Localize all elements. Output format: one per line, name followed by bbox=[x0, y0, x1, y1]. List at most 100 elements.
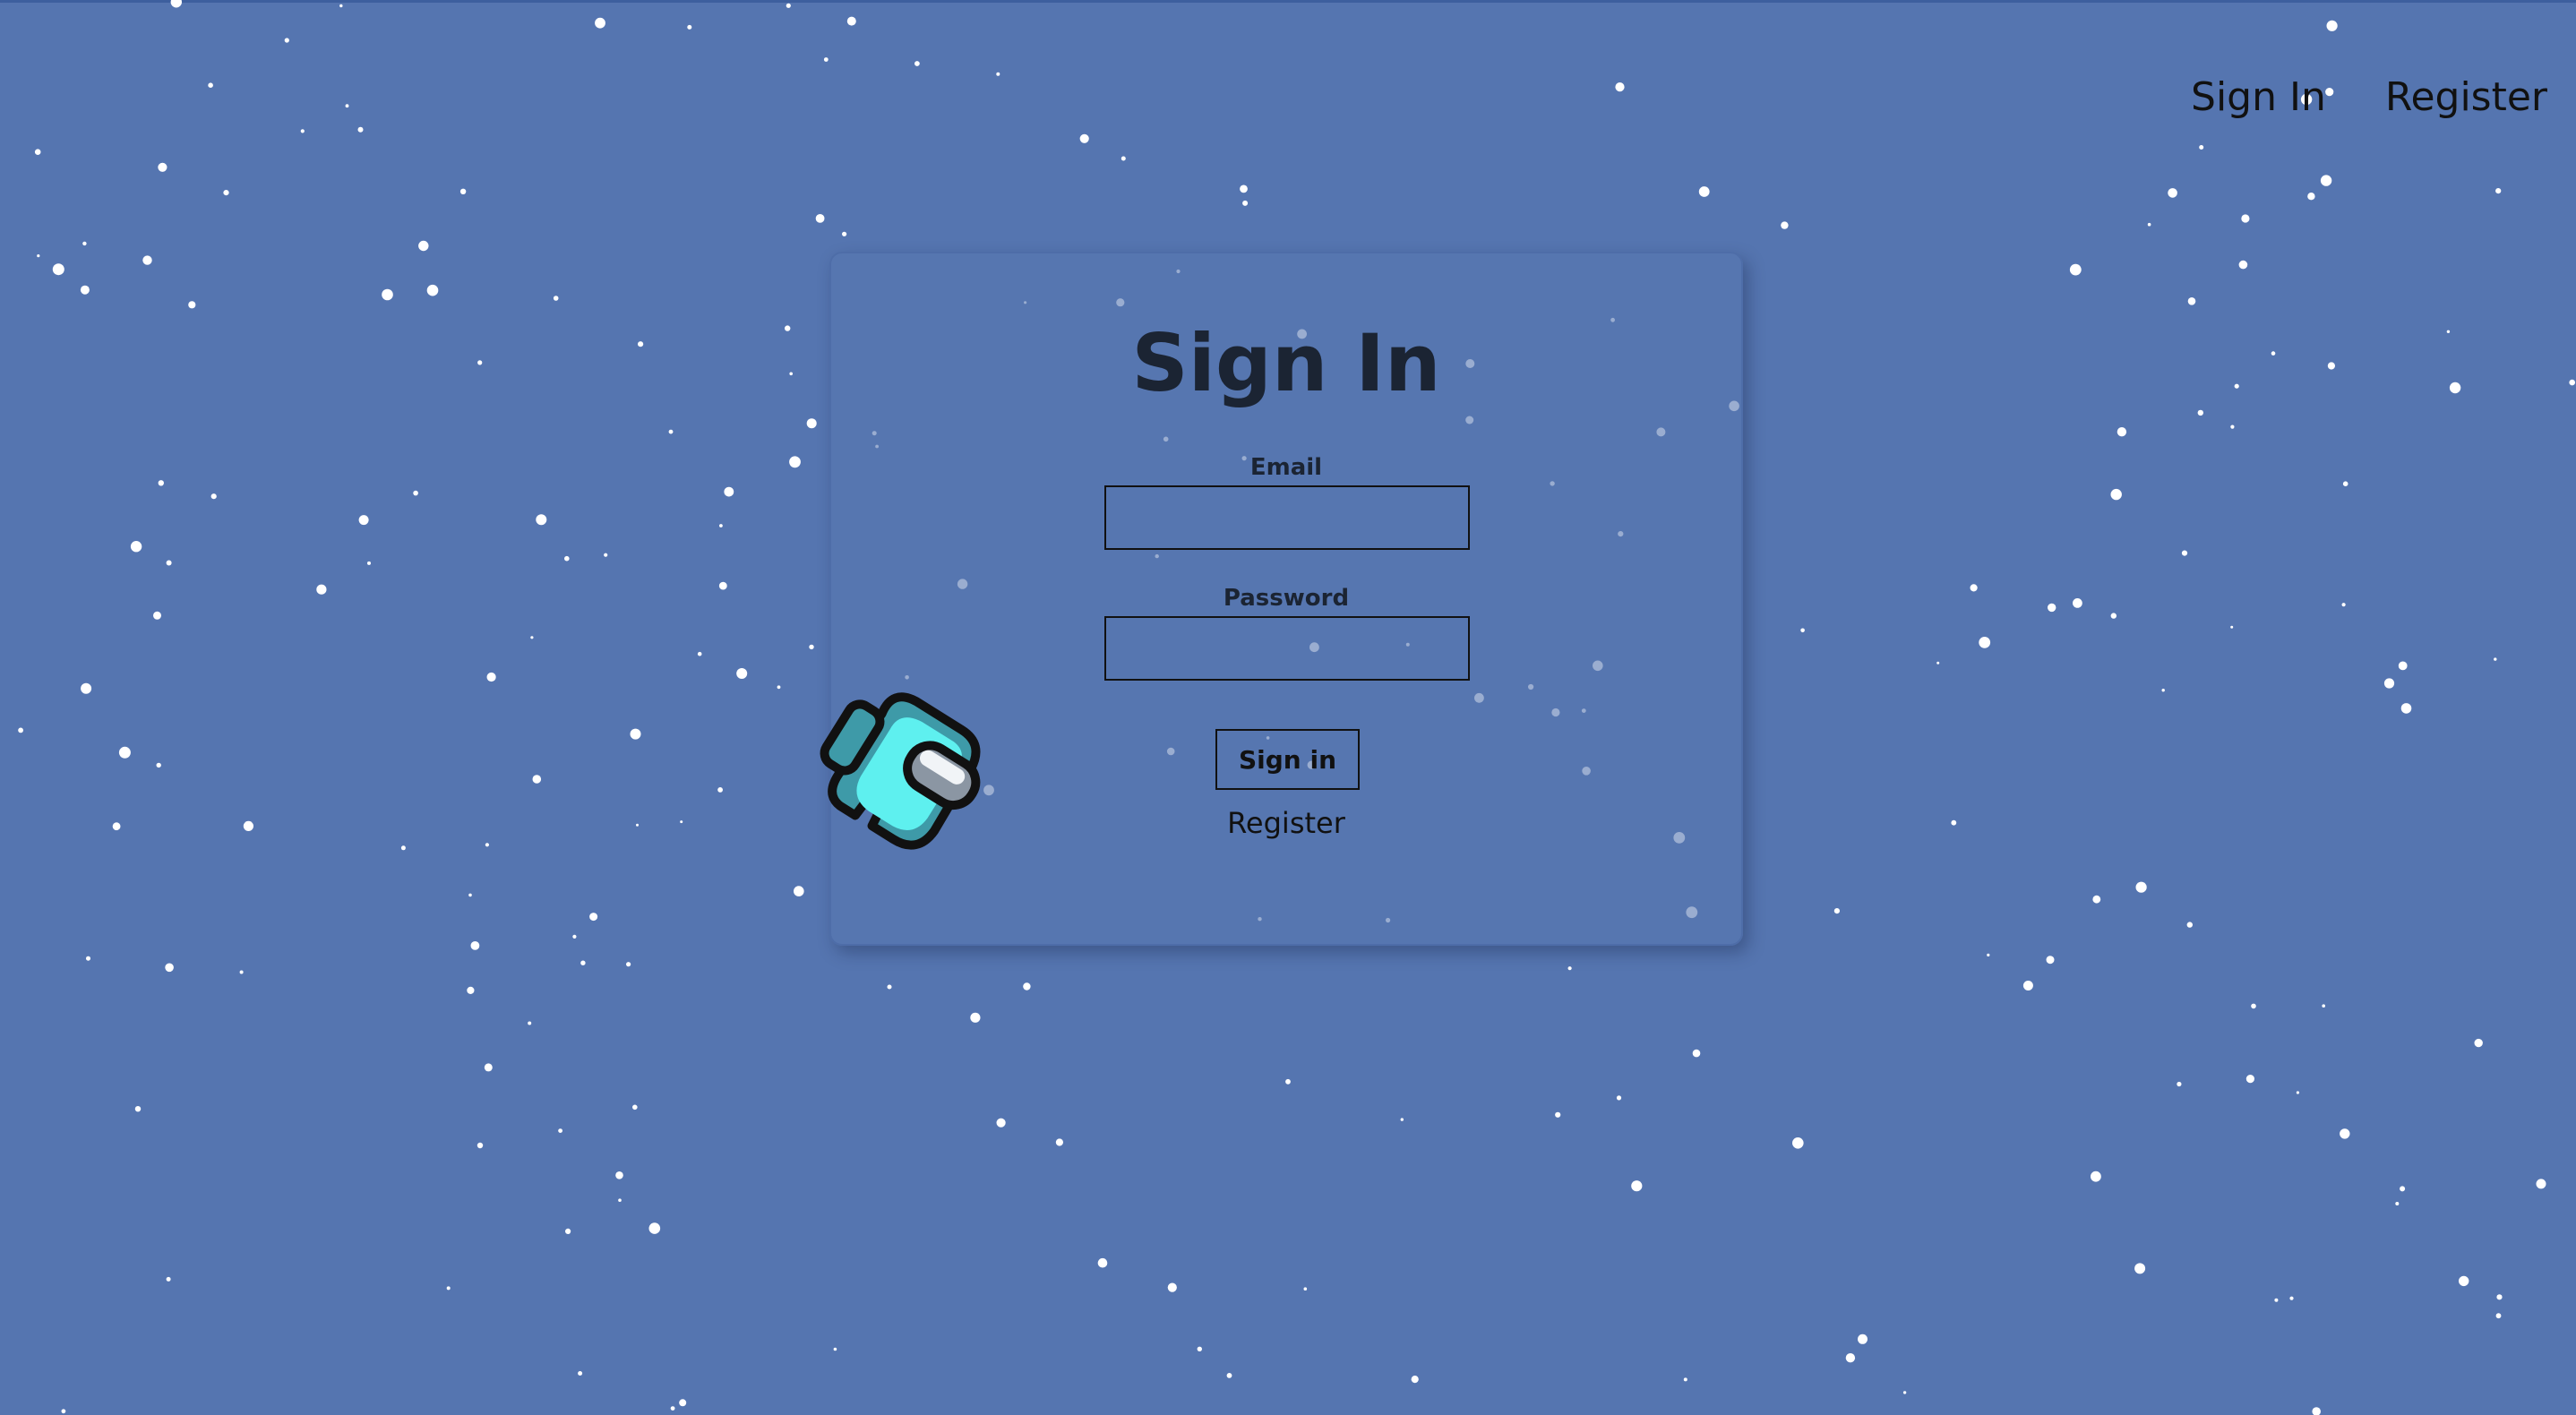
star-icon bbox=[2495, 188, 2502, 194]
star-icon bbox=[2446, 330, 2451, 333]
star-icon bbox=[565, 1228, 571, 1234]
star-icon bbox=[82, 241, 87, 246]
star-icon bbox=[1858, 1334, 1868, 1344]
star-icon bbox=[2110, 613, 2117, 619]
star-icon bbox=[2147, 222, 2151, 227]
star-icon bbox=[632, 1104, 638, 1111]
star-icon bbox=[484, 1063, 493, 1072]
star-icon bbox=[718, 581, 727, 590]
star-icon bbox=[1023, 982, 1031, 990]
star-icon bbox=[1121, 156, 1126, 161]
star-icon bbox=[2046, 956, 2055, 965]
star-icon bbox=[1800, 628, 1805, 633]
star-icon bbox=[367, 561, 371, 565]
star-icon bbox=[165, 963, 174, 973]
page-title: Sign In bbox=[1131, 317, 1441, 409]
star-icon bbox=[842, 231, 847, 236]
star-icon bbox=[1555, 1111, 1561, 1118]
star-icon bbox=[736, 668, 748, 679]
star-icon bbox=[470, 941, 480, 950]
star-icon bbox=[134, 1106, 142, 1112]
star-icon bbox=[2398, 661, 2408, 671]
star-icon bbox=[2395, 1202, 2400, 1205]
star-icon bbox=[2230, 625, 2234, 629]
star-icon bbox=[2495, 1313, 2502, 1319]
star-icon bbox=[80, 285, 90, 295]
star-icon bbox=[697, 651, 702, 656]
email-field[interactable] bbox=[1104, 485, 1470, 550]
star-icon bbox=[2342, 481, 2348, 486]
star-icon bbox=[833, 1347, 837, 1351]
star-icon bbox=[316, 584, 327, 595]
star-icon bbox=[1055, 1138, 1063, 1146]
star-icon bbox=[2340, 1128, 2350, 1139]
star-icon bbox=[2274, 1298, 2279, 1302]
star-icon bbox=[1781, 221, 1789, 229]
star-icon bbox=[2327, 362, 2335, 370]
password-field[interactable] bbox=[1104, 616, 1470, 681]
star-icon bbox=[1792, 1137, 1804, 1149]
star-icon bbox=[846, 16, 856, 26]
email-label: Email bbox=[1249, 454, 1323, 481]
star-icon bbox=[2459, 1275, 2469, 1287]
star-icon bbox=[418, 240, 429, 252]
nav-sign-in-link[interactable]: Sign In bbox=[2191, 70, 2326, 125]
star-icon bbox=[1970, 584, 1978, 592]
star-icon bbox=[528, 1021, 532, 1025]
star-icon bbox=[170, 0, 182, 8]
star-icon bbox=[467, 986, 475, 994]
star-icon bbox=[18, 727, 23, 733]
star-icon bbox=[223, 190, 229, 196]
star-icon bbox=[2251, 1003, 2256, 1009]
star-icon bbox=[823, 57, 829, 62]
star-icon bbox=[284, 38, 289, 43]
star-icon bbox=[668, 429, 674, 434]
star-icon bbox=[1683, 1377, 1687, 1382]
star-icon bbox=[1692, 1049, 1701, 1058]
star-icon bbox=[2307, 193, 2315, 201]
star-icon bbox=[1616, 1095, 1622, 1101]
star-icon bbox=[789, 456, 801, 468]
star-icon bbox=[572, 934, 577, 939]
star-icon bbox=[589, 913, 598, 922]
star-icon bbox=[1197, 1346, 1203, 1352]
sign-in-button[interactable]: Sign in bbox=[1215, 729, 1360, 790]
star-icon bbox=[2496, 1294, 2503, 1300]
star-icon bbox=[2320, 175, 2332, 186]
star-icon bbox=[37, 254, 40, 258]
star-icon bbox=[636, 823, 639, 827]
star-icon bbox=[2536, 1179, 2546, 1189]
nav-register-link[interactable]: Register bbox=[2385, 70, 2547, 125]
star-icon bbox=[2322, 1004, 2325, 1008]
star-icon bbox=[719, 524, 723, 527]
star-icon bbox=[2092, 895, 2101, 904]
star-icon bbox=[52, 263, 64, 276]
star-icon bbox=[789, 372, 793, 376]
star-icon bbox=[809, 644, 814, 650]
star-icon bbox=[156, 762, 161, 768]
star-icon bbox=[2449, 382, 2461, 394]
crewmate-icon bbox=[820, 692, 981, 850]
star-icon bbox=[486, 672, 496, 682]
star-icon bbox=[357, 126, 364, 133]
star-icon bbox=[1979, 637, 1991, 648]
star-icon bbox=[1567, 966, 1572, 971]
star-icon bbox=[477, 1142, 484, 1149]
star-icon bbox=[345, 104, 349, 108]
star-icon bbox=[2289, 1296, 2294, 1300]
star-icon bbox=[382, 288, 393, 301]
star-icon bbox=[2241, 214, 2250, 223]
star-icon bbox=[2186, 922, 2193, 928]
star-icon bbox=[1240, 184, 1248, 193]
star-icon bbox=[794, 886, 804, 896]
star-icon bbox=[536, 514, 547, 526]
star-icon bbox=[2069, 263, 2082, 276]
star-icon bbox=[81, 682, 92, 694]
star-icon bbox=[158, 480, 164, 486]
star-icon bbox=[1226, 1373, 1232, 1378]
star-icon bbox=[558, 1128, 562, 1133]
star-icon bbox=[806, 418, 817, 429]
star-icon bbox=[1845, 1353, 1856, 1363]
star-icon bbox=[578, 1371, 583, 1376]
star-icon bbox=[1411, 1376, 1419, 1384]
